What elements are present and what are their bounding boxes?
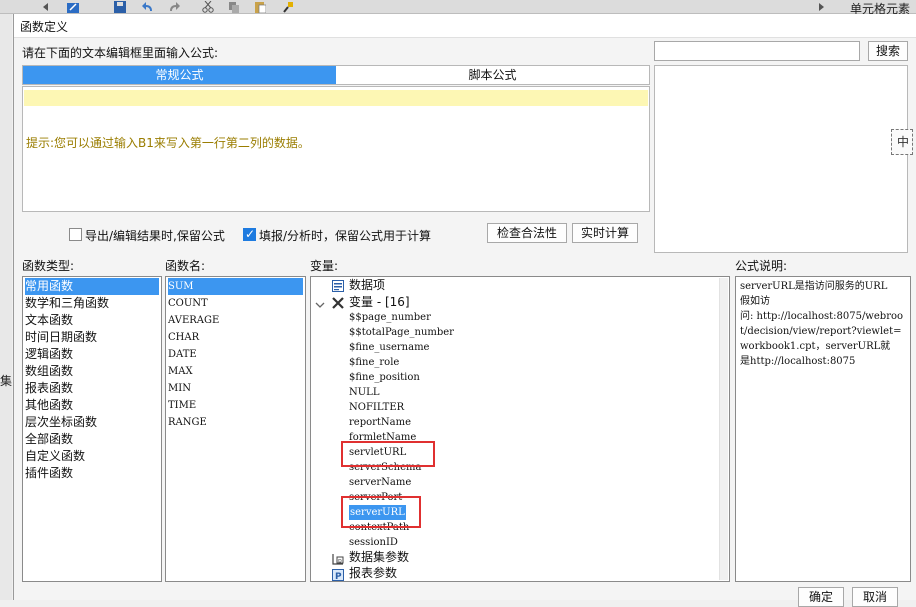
format-brush-icon[interactable] bbox=[282, 1, 294, 13]
dialog-titlebar[interactable]: 函数定义 bbox=[14, 14, 916, 38]
description-text: serverURL是指访问服务的URL 假如访 问: http://localh… bbox=[740, 281, 904, 367]
variable-item[interactable]: $fine_role bbox=[349, 355, 399, 370]
formula-prompt-label: 请在下面的文本编辑框里面输入公式: bbox=[22, 46, 219, 60]
function-types-list[interactable]: 常用函数 数学和三角函数 文本函数 时间日期函数 逻辑函数 数组函数 报表函数 … bbox=[22, 276, 162, 582]
save-icon[interactable] bbox=[114, 1, 126, 13]
highlight-box-serverurl bbox=[341, 496, 421, 528]
partial-preview-tile: 中 bbox=[891, 129, 913, 155]
list-item[interactable]: CHAR bbox=[168, 329, 303, 346]
list-item[interactable]: 自定义函数 bbox=[25, 448, 159, 465]
dataset-params-icon: p bbox=[332, 553, 344, 565]
list-item[interactable]: RANGE bbox=[168, 414, 303, 431]
variable-item[interactable]: NOFILTER bbox=[349, 400, 404, 415]
background-toolbar: 单元格元素 bbox=[0, 0, 916, 16]
variables-tree[interactable]: 数据项 变量 - [16] $$page_number $$totalPage_… bbox=[310, 276, 730, 582]
function-names-label: 函数名: bbox=[165, 259, 206, 273]
tree-node-report-params[interactable]: 报表参数 bbox=[349, 565, 397, 582]
cut-icon[interactable] bbox=[202, 0, 214, 13]
data-items-icon bbox=[332, 280, 344, 292]
nav-back-icon bbox=[40, 1, 52, 13]
variable-item[interactable]: NULL bbox=[349, 385, 379, 400]
search-result-panel[interactable]: 中 bbox=[654, 65, 913, 253]
variable-item[interactable]: serverName bbox=[349, 475, 411, 490]
realtime-calc-button[interactable]: 实时计算 bbox=[572, 223, 638, 243]
ok-button[interactable]: 确定 bbox=[798, 587, 844, 607]
list-item[interactable]: AVERAGE bbox=[168, 312, 303, 329]
list-item[interactable]: 全部函数 bbox=[25, 431, 159, 448]
tab-normal-formula[interactable]: 常规公式 bbox=[23, 66, 336, 84]
list-item[interactable]: DATE bbox=[168, 346, 303, 363]
variable-item[interactable]: $fine_username bbox=[349, 340, 429, 355]
svg-text:P: P bbox=[335, 572, 342, 581]
list-item[interactable]: 时间日期函数 bbox=[25, 329, 159, 346]
background-left-strip bbox=[0, 14, 12, 600]
report-params-icon: P bbox=[332, 569, 344, 582]
editor-hint: 提示:您可以通过输入B1来写入第一行第二列的数据。 bbox=[26, 136, 310, 150]
highlight-box-servleturl bbox=[341, 441, 435, 467]
svg-text:p: p bbox=[338, 558, 342, 565]
variable-item[interactable]: reportName bbox=[349, 415, 411, 430]
tree-node-dataset-params[interactable]: 数据集参数 bbox=[349, 549, 409, 566]
list-item[interactable]: 层次坐标函数 bbox=[25, 414, 159, 431]
variable-item[interactable]: $$totalPage_number bbox=[349, 325, 454, 340]
check-validity-button[interactable]: 检查合法性 bbox=[487, 223, 567, 243]
list-item[interactable]: COUNT bbox=[168, 295, 303, 312]
formula-editor[interactable]: 提示:您可以通过输入B1来写入第一行第二列的数据。 bbox=[22, 86, 650, 212]
search-input[interactable] bbox=[654, 41, 860, 61]
list-item[interactable]: TIME bbox=[168, 397, 303, 414]
copy-icon[interactable] bbox=[228, 1, 240, 13]
list-item[interactable]: 数组函数 bbox=[25, 363, 159, 380]
undo-icon[interactable] bbox=[142, 1, 154, 13]
list-item[interactable]: 插件函数 bbox=[25, 465, 159, 482]
list-item[interactable]: 数学和三角函数 bbox=[25, 295, 159, 312]
variable-item[interactable]: $$page_number bbox=[349, 310, 431, 325]
list-item[interactable]: MIN bbox=[168, 380, 303, 397]
variable-item[interactable]: sessionID bbox=[349, 535, 398, 550]
search-button[interactable]: 搜索 bbox=[868, 41, 908, 61]
variable-group-icon bbox=[332, 297, 344, 309]
editor-current-line[interactable] bbox=[24, 90, 648, 106]
chevron-down-icon[interactable] bbox=[315, 299, 325, 311]
list-item[interactable]: 报表函数 bbox=[25, 380, 159, 397]
keep-formula-on-fill-label: 填报/分析时，保留公式用于计算 bbox=[259, 229, 432, 243]
keep-formula-on-fill-checkbox[interactable]: ✓ bbox=[243, 227, 256, 241]
function-names-list[interactable]: SUM COUNT AVERAGE CHAR DATE MAX MIN TIME… bbox=[165, 276, 306, 582]
tree-node-data-items[interactable]: 数据项 bbox=[349, 277, 385, 294]
description-box: serverURL是指访问服务的URL 假如访 问: http://localh… bbox=[735, 276, 911, 582]
list-item[interactable]: SUM bbox=[168, 278, 303, 295]
tab-script-formula[interactable]: 脚本公式 bbox=[336, 66, 649, 84]
redo-icon[interactable] bbox=[168, 1, 180, 13]
keep-formula-on-export-checkbox[interactable] bbox=[69, 228, 82, 241]
variables-label: 变量: bbox=[310, 259, 339, 273]
list-item[interactable]: MAX bbox=[168, 363, 303, 380]
function-definition-dialog: 函数定义 请在下面的文本编辑框里面输入公式: 搜索 常规公式 脚本公式 提示:您… bbox=[13, 14, 916, 607]
edit-icon[interactable] bbox=[66, 1, 79, 13]
dialog-title: 函数定义 bbox=[20, 20, 69, 34]
checkmark-icon: ✓ bbox=[245, 227, 256, 241]
nav-forward-icon[interactable] bbox=[815, 1, 827, 13]
keep-formula-on-export-label: 导出/编辑结果时,保留公式 bbox=[85, 229, 225, 243]
list-item[interactable]: 文本函数 bbox=[25, 312, 159, 329]
function-types-label: 函数类型: bbox=[22, 259, 75, 273]
description-label: 公式说明: bbox=[735, 259, 788, 273]
cancel-button[interactable]: 取消 bbox=[852, 587, 898, 607]
tree-node-variables[interactable]: 变量 - [16] bbox=[349, 294, 410, 311]
list-item[interactable]: 常用函数 bbox=[25, 278, 159, 295]
list-item[interactable]: 其他函数 bbox=[25, 397, 159, 414]
background-left-label: 集 bbox=[0, 374, 13, 388]
variable-item[interactable]: $fine_position bbox=[349, 370, 420, 385]
paste-icon[interactable] bbox=[254, 1, 267, 14]
formula-tabs: 常规公式 脚本公式 bbox=[22, 65, 650, 85]
variables-scrollbar[interactable] bbox=[719, 278, 728, 580]
list-item[interactable]: 逻辑函数 bbox=[25, 346, 159, 363]
